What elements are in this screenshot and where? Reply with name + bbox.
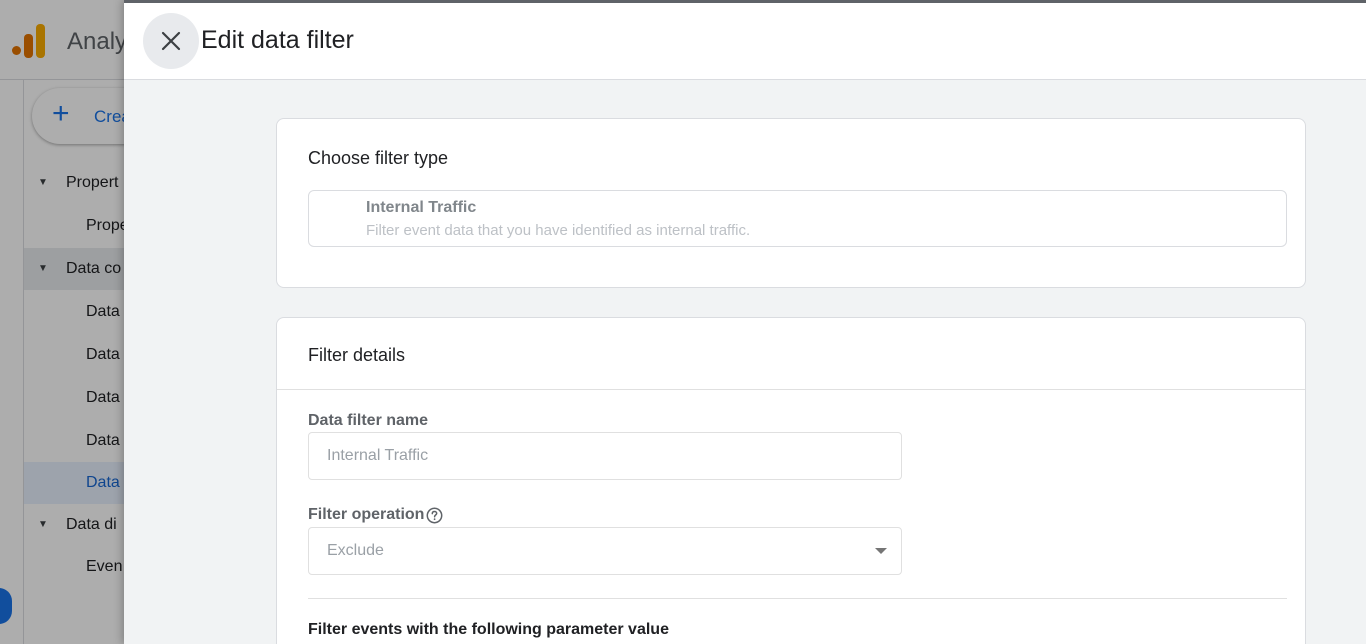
panel-header: Edit data filter bbox=[124, 0, 1366, 80]
card-title: Filter details bbox=[308, 345, 406, 365]
close-icon bbox=[161, 31, 181, 51]
filter-details-card: Filter details Data filter name Internal… bbox=[276, 317, 1306, 644]
filter-name-value: Internal Traffic bbox=[327, 447, 429, 464]
filter-type-description: Filter event data that you have identifi… bbox=[366, 222, 751, 239]
filter-name-input[interactable]: Internal Traffic bbox=[308, 432, 902, 480]
filter-type-title: Internal Traffic bbox=[366, 199, 477, 216]
filter-name-label: Data filter name bbox=[308, 412, 429, 429]
edit-data-filter-panel: Edit data filter Choose filter type Inte… bbox=[124, 0, 1366, 644]
section-divider bbox=[308, 598, 1287, 599]
card-title: Choose filter type bbox=[308, 148, 449, 168]
help-circle-icon[interactable] bbox=[426, 507, 443, 524]
filter-type-option[interactable]: Internal Traffic Filter event data that … bbox=[308, 190, 1287, 247]
filter-operation-select[interactable]: Exclude bbox=[308, 527, 902, 575]
filter-operation-value: Exclude bbox=[327, 542, 384, 559]
close-button[interactable] bbox=[143, 13, 199, 69]
parameter-section-label: Filter events with the following paramet… bbox=[308, 621, 669, 638]
panel-title: Edit data filter bbox=[201, 26, 354, 54]
dropdown-arrow-icon bbox=[875, 548, 887, 554]
filter-operation-label: Filter operation bbox=[308, 506, 443, 524]
filter-type-card: Choose filter type Internal Traffic Filt… bbox=[276, 118, 1306, 288]
card-header-divider bbox=[277, 389, 1305, 390]
